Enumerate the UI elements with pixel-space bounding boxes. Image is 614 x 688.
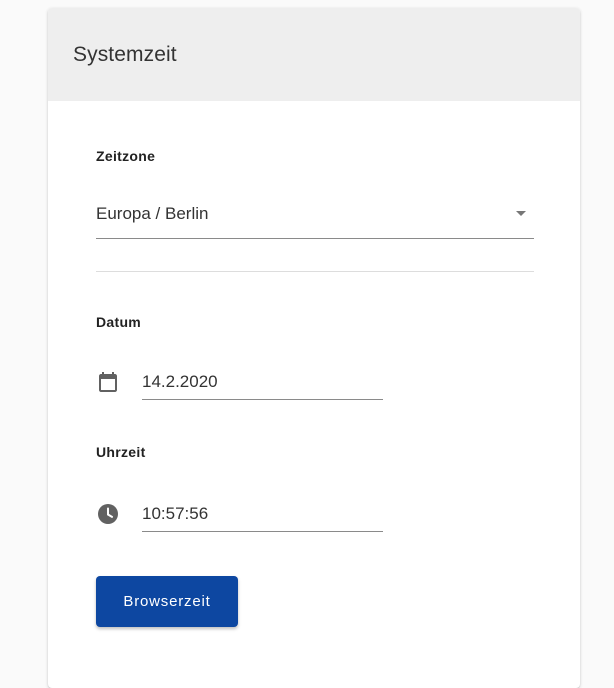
date-label: Datum <box>96 314 142 330</box>
date-field-row <box>96 364 383 400</box>
system-time-card: Systemzeit Zeitzone Europa / Berlin Datu… <box>48 8 580 688</box>
date-input[interactable] <box>142 364 383 400</box>
timezone-select[interactable]: Europa / Berlin <box>96 196 534 239</box>
time-input[interactable] <box>142 496 383 532</box>
timezone-label: Zeitzone <box>96 148 156 164</box>
section-divider <box>96 271 534 272</box>
time-field-row <box>96 496 383 532</box>
timezone-value: Europa / Berlin <box>96 204 209 223</box>
time-label: Uhrzeit <box>96 444 146 460</box>
calendar-icon[interactable] <box>96 370 120 394</box>
browser-time-button[interactable]: Browserzeit <box>96 576 238 627</box>
card-header: Systemzeit <box>48 8 580 101</box>
card-title: Systemzeit <box>73 42 177 66</box>
clock-icon[interactable] <box>96 502 120 526</box>
dropdown-arrow-icon <box>516 211 526 216</box>
